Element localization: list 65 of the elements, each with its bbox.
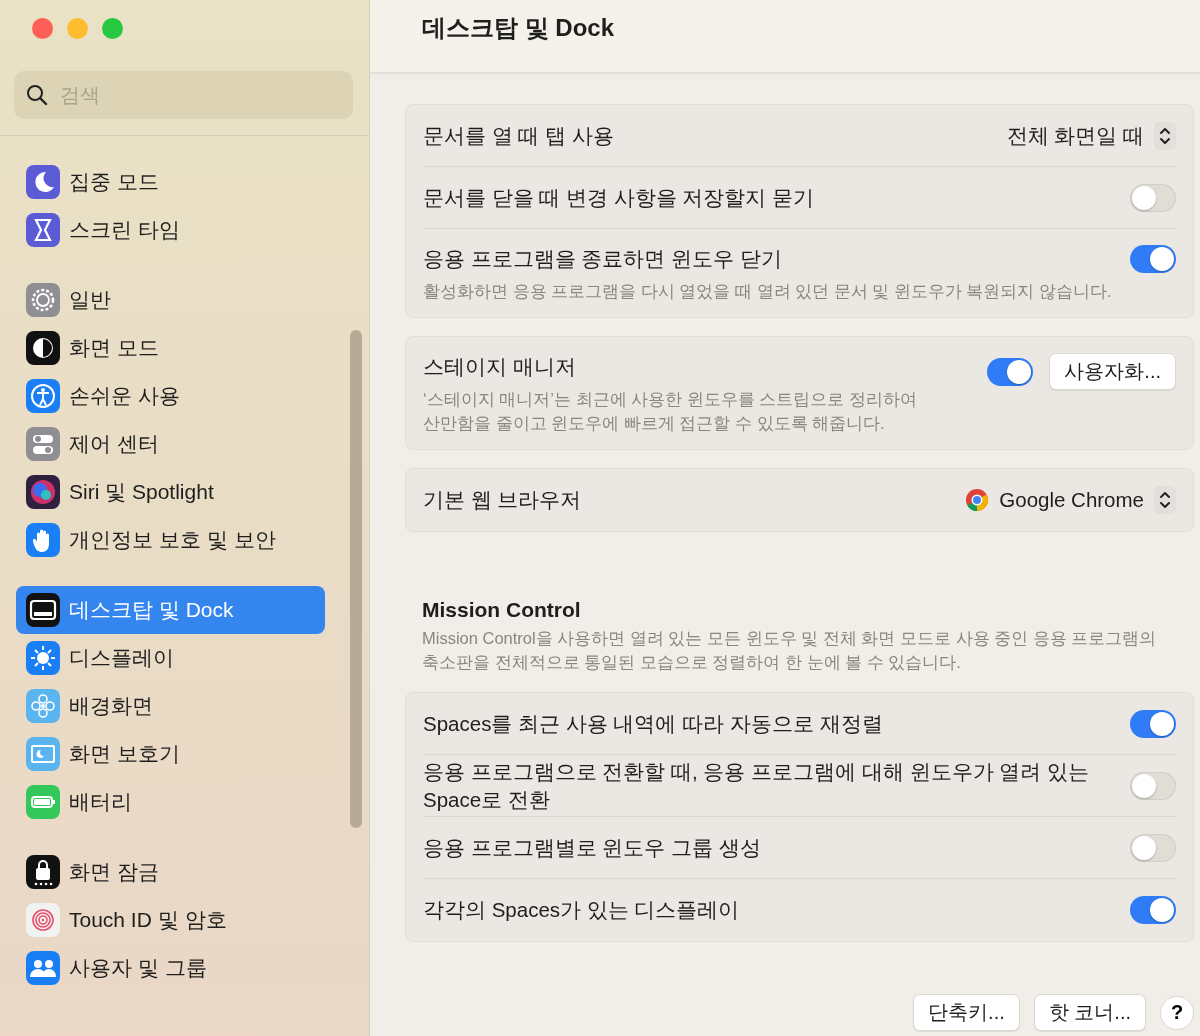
setting-description: ‘스테이지 매니저’는 최근에 사용한 윈도우를 스트립으로 정리하여 산만함을 줄이고 윈도우에 빠르게 접근할 수 있도록 해줍니다. <box>423 389 917 434</box>
sidebar-item[interactable]: 손쉬운 사용 <box>16 372 325 420</box>
sidebar-item[interactable]: Siri 및 Spotlight <box>16 468 325 516</box>
help-button[interactable]: ? <box>1160 995 1194 1030</box>
setting-label: 문서를 닫을 때 변경 사항을 저장할지 묻기 <box>423 184 815 211</box>
dock-icon <box>26 593 60 627</box>
hourglass-icon <box>26 213 60 247</box>
toggle-switch[interactable] <box>1130 709 1176 738</box>
hand-icon <box>26 523 60 557</box>
setting-label: 각각의 Spaces가 있는 디스플레이 <box>423 897 740 923</box>
section-heading: Mission Control <box>422 598 582 622</box>
customize-button[interactable]: 사용자화... <box>1049 353 1176 390</box>
sidebar-item[interactable]: 화면 보호기 <box>16 730 325 778</box>
sidebar-item[interactable]: 배경화면 <box>16 682 325 730</box>
stepper-icon <box>1154 486 1176 514</box>
setting-label: 응용 프로그램을 종료하면 윈도우 닫기 <box>423 246 783 272</box>
toggle-switch[interactable] <box>1130 896 1176 924</box>
footer-button[interactable]: 핫 코너... <box>1033 994 1146 1031</box>
browser-logo-icon <box>965 488 990 512</box>
setting-label: Spaces를 최근 사용 내역에 따라 자동으로 재정렬 <box>423 710 883 737</box>
sidebar-item[interactable]: 개인정보 보호 및 보안 <box>16 516 325 564</box>
gear-icon <box>26 283 60 317</box>
screensaver-icon <box>26 737 60 771</box>
setting-label: 스테이지 매니저 <box>423 354 577 380</box>
setting-label: 응용 프로그램으로 전환할 때, 응용 프로그램에 대해 윈도우가 열려 있는 Space로 전환 <box>423 758 1089 813</box>
setting-label: 문서를 열 때 탭 사용 <box>423 122 614 149</box>
sidebar-item[interactable]: 일반 <box>16 276 325 324</box>
popup-menu[interactable]: Google Chrome <box>965 486 1176 514</box>
sidebar-item[interactable]: 데스크탑 및 Dock <box>16 586 325 634</box>
accessibility-icon <box>26 379 60 413</box>
window-title: 데스크탑 및 Dock <box>422 13 615 43</box>
close-button[interactable] <box>32 18 53 39</box>
popup-menu[interactable]: 전체 화면일 때 <box>1006 121 1176 150</box>
sidebar-item[interactable]: 집중 모드 <box>16 158 325 206</box>
flower-icon <box>26 689 60 723</box>
sidebar-item[interactable]: 제어 센터 <box>16 420 325 468</box>
setting-description: 활성화하면 응용 프로그램을 다시 열었을 때 열려 있던 문서 및 윈도우가 복원되지 않습니다. <box>423 281 1112 302</box>
minimize-button[interactable] <box>67 18 88 39</box>
sidebar-item[interactable]: 화면 모드 <box>16 324 325 372</box>
stepper-icon <box>1154 121 1176 150</box>
sun-icon <box>26 641 60 675</box>
toggle-switch[interactable] <box>1130 771 1176 800</box>
battery-icon <box>26 785 60 819</box>
sidebar-item[interactable]: 디스플레이 <box>16 634 325 682</box>
sidebar-item[interactable]: 배터리 <box>16 778 325 826</box>
footer-button[interactable]: 단축키... <box>913 994 1020 1031</box>
scrollbar[interactable] <box>350 330 362 828</box>
orb-icon <box>26 475 60 509</box>
zoom-button[interactable] <box>102 18 123 39</box>
switches-icon <box>26 427 60 461</box>
sidebar-item[interactable]: Touch ID 및 암호 <box>16 896 325 944</box>
toggle-switch[interactable] <box>1130 183 1176 212</box>
toggle-switch[interactable] <box>987 357 1034 386</box>
lock-icon <box>26 855 60 889</box>
sidebar-item[interactable]: 스크린 타임 <box>16 206 325 254</box>
sidebar-item[interactable]: 사용자 및 그룹 <box>16 944 325 992</box>
section-description: Mission Control을 사용하면 열려 있는 모든 윈도우 및 전체 화면 모드로 사용 중인 응용 프로그램의 축소판을 전체적으로 통일된 모습으로 정렬하여 한 눈에 볼 수 있습니다. <box>422 628 1158 673</box>
sidebar-item[interactable]: 화면 잠금 <box>16 848 325 896</box>
setting-label: 응용 프로그램별로 윈도우 그룹 생성 <box>423 834 761 861</box>
toggle-switch[interactable] <box>1130 833 1176 862</box>
moon-icon <box>26 165 60 199</box>
contrast-icon <box>26 331 60 365</box>
toggle-switch[interactable] <box>1130 245 1176 273</box>
setting-label: 기본 웹 브라우저 <box>423 487 582 513</box>
people-icon <box>26 951 60 985</box>
